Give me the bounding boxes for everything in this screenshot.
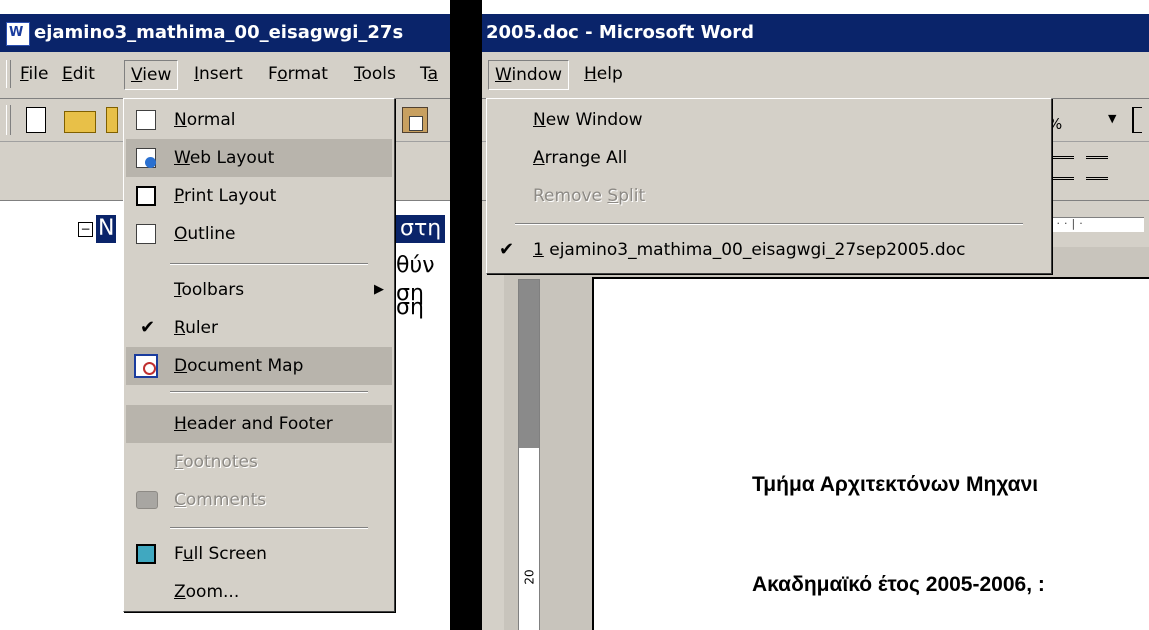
web-layout-icon <box>136 148 156 168</box>
menu-bar: Window Help <box>482 52 1149 99</box>
window-title: ejamino3_mathima_00_eisagwgi_27s <box>34 22 404 43</box>
menu-item-new-window[interactable]: New Window <box>489 101 1049 139</box>
menu-item-open-document[interactable]: ✔ 1 ejamino3_mathima_00_eisagwgi_27sep20… <box>489 231 1049 269</box>
checkmark-icon: ✔ <box>499 239 515 260</box>
menu-item-zoom[interactable]: Zoom... <box>126 573 392 611</box>
checkmark-icon: ✔ <box>140 317 156 338</box>
document-map-icon <box>134 354 158 378</box>
menu-item-full-screen[interactable]: Full Screen <box>126 535 392 573</box>
menu-item-ruler[interactable]: ✔ Ruler <box>126 309 392 347</box>
collapse-icon[interactable]: − <box>78 222 93 237</box>
zoom-dropdown-arrow-icon[interactable]: ▼ <box>1108 112 1116 125</box>
title-bar: W ejamino3_mathima_00_eisagwgi_27s <box>0 14 450 52</box>
left-word-window: W ejamino3_mathima_00_eisagwgi_27s File … <box>0 0 450 630</box>
align-justify-icon[interactable] <box>1086 156 1108 180</box>
menu-item-remove-split[interactable]: Remove Split <box>489 177 1049 215</box>
window-menu-dropdown: New Window Arrange All Remove Split ✔ 1 … <box>486 98 1052 274</box>
paste-icon[interactable] <box>402 107 428 133</box>
menu-item-document-map[interactable]: Document Map <box>126 347 392 385</box>
menu-separator <box>170 391 368 393</box>
menu-item-comments[interactable]: Comments <box>126 481 392 519</box>
docmap-heading-fragment[interactable]: στη <box>396 215 446 243</box>
view-menu-dropdown: Normal Web Layout Print Layout Outline T… <box>123 98 395 612</box>
toolbar-edge-icon <box>1132 107 1142 133</box>
menu-item-toolbars[interactable]: Toolbars ▶ <box>126 271 392 309</box>
menu-item-arrange-all[interactable]: Arrange All <box>489 139 1049 177</box>
menu-view[interactable]: View <box>124 60 179 90</box>
document-line-academic-year: Ακαδημαϊκό έτος 2005-2006, : <box>752 573 1045 596</box>
document-area: 20 Τμήμα Αρχιτεκτόνων Μηχανι Ακαδημαϊκό … <box>482 247 1149 630</box>
vertical-ruler-number: 20 <box>522 569 537 585</box>
menu-separator <box>515 223 1023 225</box>
document-line-department: Τμήμα Αρχιτεκτόνων Μηχανι <box>752 473 1039 496</box>
comments-icon <box>136 491 158 509</box>
menu-tools[interactable]: Tools <box>348 60 402 88</box>
window-title: 2005.doc - Microsoft Word <box>486 22 754 43</box>
menu-item-header-footer[interactable]: Header and Footer <box>126 405 392 443</box>
menu-format[interactable]: Format <box>262 60 334 88</box>
title-bar: 2005.doc - Microsoft Word <box>482 14 1149 52</box>
menu-item-normal[interactable]: Normal <box>126 101 392 139</box>
normal-view-icon <box>136 110 156 130</box>
document-page[interactable]: Τμήμα Αρχιτεκτόνων Μηχανι Ακαδημαϊκό έτο… <box>592 277 1149 630</box>
menu-item-outline[interactable]: Outline <box>126 215 392 253</box>
docmap-subheading-1[interactable]: θύν <box>396 253 434 278</box>
menu-separator <box>170 263 368 265</box>
menu-separator <box>170 527 368 529</box>
docmap-heading-selected[interactable]: Ν <box>96 215 117 243</box>
full-screen-icon <box>136 544 156 564</box>
save-icon[interactable] <box>106 107 118 133</box>
toolbar-grip[interactable] <box>6 105 11 135</box>
vertical-ruler[interactable]: 20 <box>518 279 540 630</box>
docmap-subheading-3[interactable]: ση <box>396 295 424 320</box>
menu-item-print-layout[interactable]: Print Layout <box>126 177 392 215</box>
menu-bar: File Edit View Insert Format Tools Ta <box>0 52 450 99</box>
outline-view-icon <box>136 224 156 244</box>
print-layout-icon <box>136 186 156 206</box>
menu-help[interactable]: Help <box>578 60 629 88</box>
new-document-icon[interactable] <box>26 107 46 133</box>
menu-window[interactable]: Window <box>488 60 570 90</box>
menu-edit[interactable]: Edit <box>56 60 101 88</box>
menu-insert[interactable]: Insert <box>188 60 249 88</box>
menu-item-footnotes[interactable]: Footnotes <box>126 443 392 481</box>
menu-table[interactable]: Ta <box>414 60 444 88</box>
menu-item-web-layout[interactable]: Web Layout <box>126 139 392 177</box>
open-folder-icon[interactable] <box>64 111 96 133</box>
justify-icon[interactable] <box>1052 156 1074 180</box>
right-word-window: 2005.doc - Microsoft Word Window Help % … <box>482 0 1149 630</box>
menubar-grip[interactable] <box>6 60 11 88</box>
submenu-arrow-icon: ▶ <box>374 282 384 297</box>
menu-file[interactable]: File <box>14 60 54 88</box>
left-edge <box>482 247 504 630</box>
word-app-icon[interactable]: W <box>6 22 30 46</box>
